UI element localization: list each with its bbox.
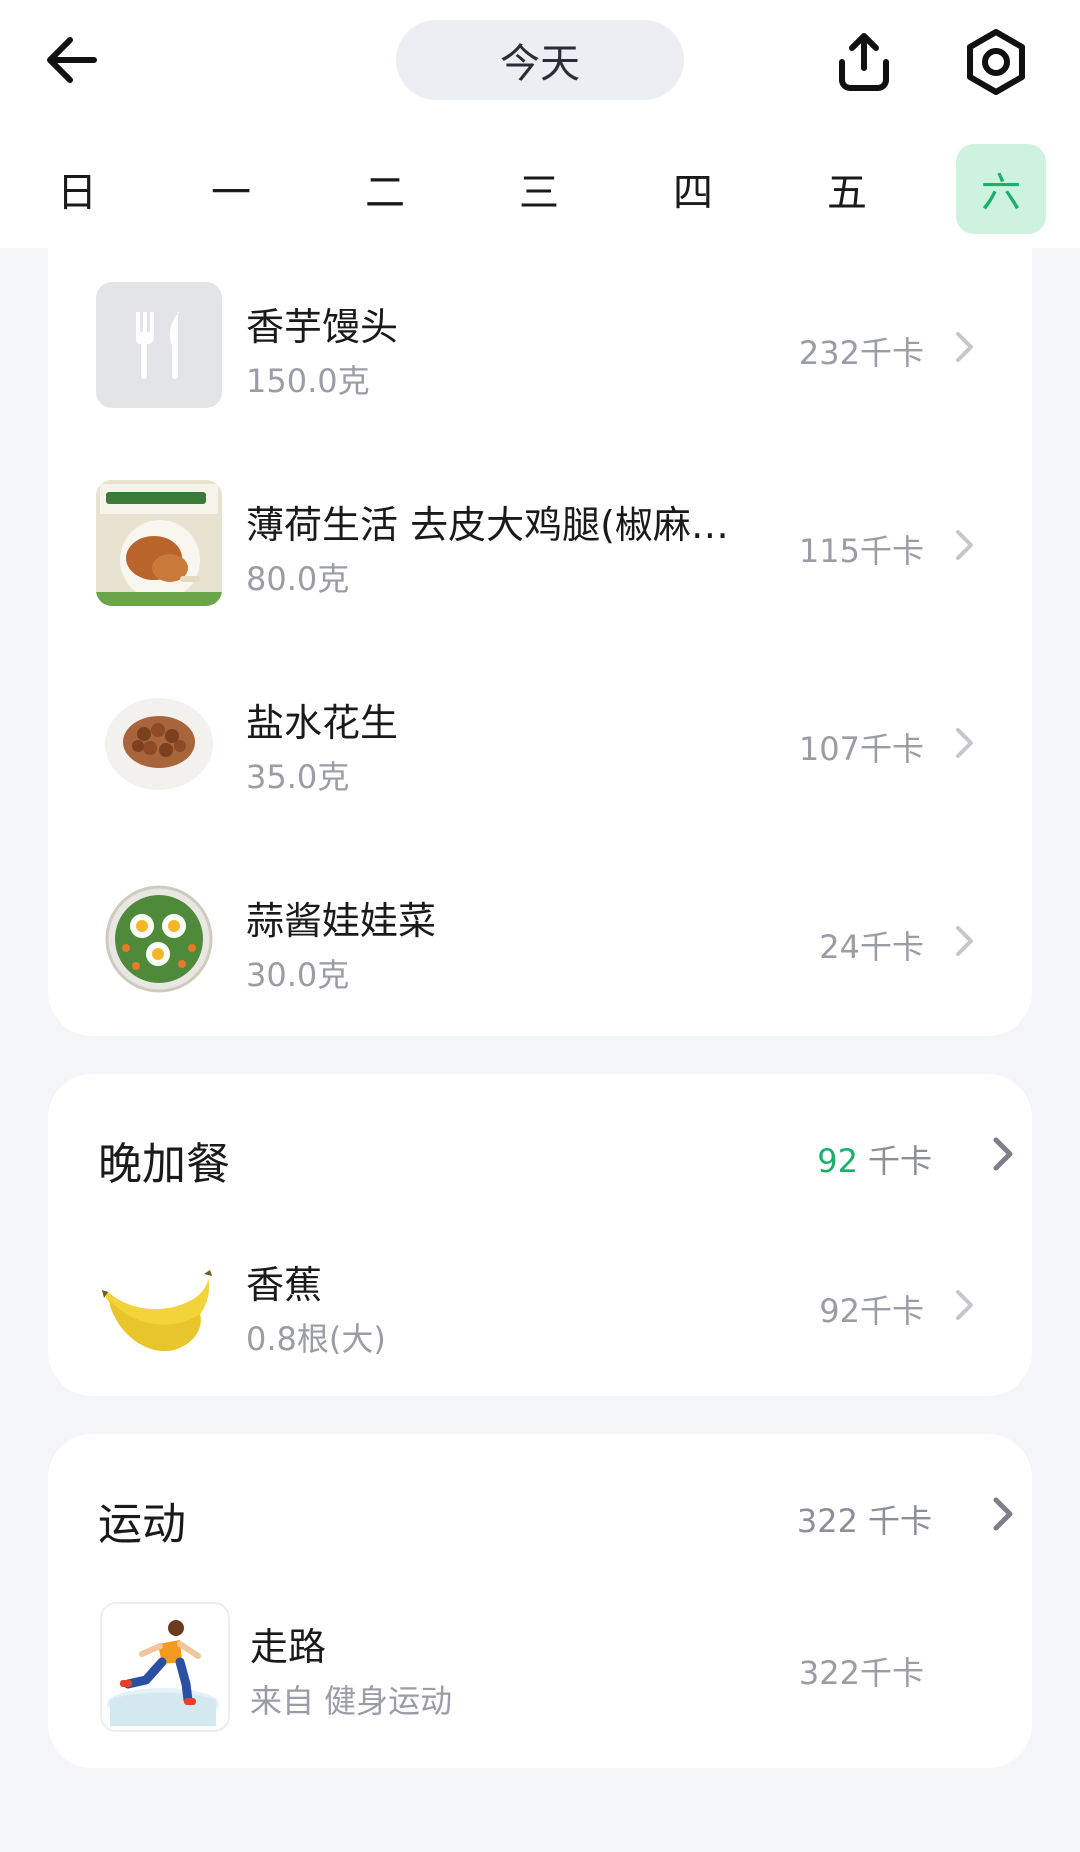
- food-calories: 115千卡: [798, 532, 924, 570]
- chevron-right-icon: [956, 530, 973, 560]
- food-calories: 92千卡: [819, 1292, 924, 1330]
- section-title: 晚加餐: [98, 1139, 230, 1190]
- fork-knife-placeholder-icon: [96, 282, 222, 408]
- food-item-row[interactable]: 香芋馒头 150.0克 232千卡: [48, 260, 1032, 430]
- food-item-row[interactable]: 盐水花生 35.0克 107千卡: [48, 656, 1032, 826]
- food-calories: 24千卡: [819, 928, 924, 966]
- share-upload-icon: [839, 33, 889, 91]
- food-quantity: 0.8根(大): [246, 1320, 386, 1358]
- calorie-unit: 千卡: [867, 1142, 932, 1180]
- food-name: 蒜酱娃娃菜: [246, 899, 437, 943]
- day-label: 五: [827, 170, 867, 216]
- today-date-selector[interactable]: 今天: [396, 20, 684, 100]
- today-label: 今天: [500, 41, 580, 87]
- chevron-right-icon: [956, 1290, 973, 1320]
- day-wednesday[interactable]: 三: [494, 144, 584, 234]
- day-thursday[interactable]: 四: [648, 144, 738, 234]
- food-quantity: 30.0克: [246, 956, 350, 994]
- day-monday[interactable]: 一: [186, 144, 276, 234]
- top-bar: 今天 日 一 二 三 四 五 六: [0, 0, 1080, 248]
- day-label: 六: [981, 170, 1021, 216]
- chicken-leg-package-photo: [96, 480, 222, 606]
- day-tuesday[interactable]: 二: [340, 144, 430, 234]
- section-title: 运动: [98, 1499, 186, 1550]
- food-item-row[interactable]: 薄荷生活 去皮大鸡腿(椒麻… 80.0克 115千卡: [48, 458, 1032, 628]
- food-calories: 232千卡: [798, 334, 924, 372]
- gear-icon: [967, 29, 1025, 95]
- banana-photo: [96, 1240, 222, 1366]
- exercise-source: 来自 健身运动: [250, 1682, 453, 1720]
- day-label: 一: [211, 170, 251, 216]
- salad-plate-photo: [96, 876, 222, 1002]
- day-label: 四: [673, 170, 713, 216]
- food-quantity: 150.0克: [246, 362, 370, 400]
- section-calories: 92 千卡: [817, 1136, 932, 1182]
- day-label: 日: [57, 170, 97, 216]
- share-button[interactable]: [830, 28, 898, 96]
- food-quantity: 35.0克: [246, 758, 350, 796]
- settings-button[interactable]: [962, 28, 1030, 96]
- section-calories: 322 千卡: [797, 1496, 932, 1542]
- food-name: 盐水花生: [246, 701, 399, 745]
- exercise-item-row[interactable]: 走路 来自 健身运动 322千卡: [48, 1580, 1032, 1750]
- running-man-icon: [100, 1602, 230, 1732]
- food-calories: 107千卡: [798, 730, 924, 768]
- peanuts-plate-photo: [96, 678, 222, 804]
- exercise-calories: 322千卡: [798, 1654, 924, 1692]
- chevron-right-icon: [956, 332, 973, 362]
- chevron-right-icon: [993, 1137, 1013, 1171]
- day-saturday-selected[interactable]: 六: [956, 144, 1046, 234]
- day-friday[interactable]: 五: [802, 144, 892, 234]
- food-name: 薄荷生活 去皮大鸡腿(椒麻…: [246, 503, 729, 547]
- back-arrow-icon: [47, 37, 97, 83]
- food-item-row[interactable]: 蒜酱娃娃菜 30.0克 24千卡: [48, 854, 1032, 1024]
- chevron-right-icon: [956, 728, 973, 758]
- food-name: 香芋馒头: [246, 305, 399, 349]
- exercise-name: 走路: [250, 1625, 327, 1669]
- day-label: 三: [519, 170, 559, 216]
- chevron-right-icon: [956, 926, 973, 956]
- calorie-value: 322: [796, 1502, 858, 1540]
- day-sunday[interactable]: 日: [32, 144, 122, 234]
- day-label: 二: [365, 170, 405, 216]
- food-name: 香蕉: [246, 1263, 323, 1307]
- calorie-value: 92: [817, 1142, 858, 1180]
- calorie-unit: 千卡: [867, 1502, 932, 1540]
- week-day-selector: 日 一 二 三 四 五 六: [0, 140, 1080, 240]
- food-quantity: 80.0克: [246, 560, 350, 598]
- chevron-right-icon: [993, 1497, 1013, 1531]
- back-button[interactable]: [40, 28, 104, 92]
- food-item-row[interactable]: 香蕉 0.8根(大) 92千卡: [48, 1218, 1032, 1388]
